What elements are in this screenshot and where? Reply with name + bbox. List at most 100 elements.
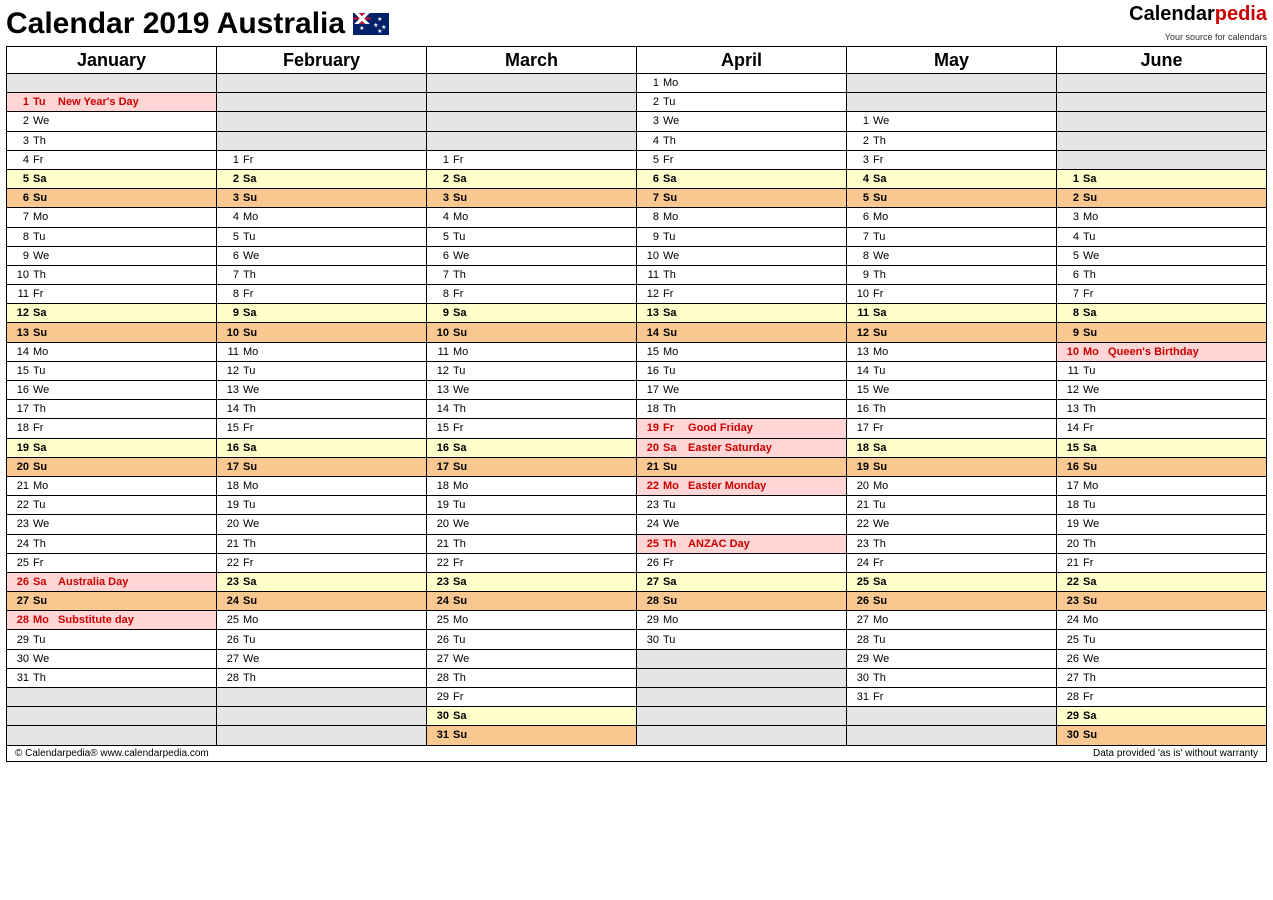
- day-cell: 18Mo: [217, 476, 427, 495]
- day-cell: 21Tu: [847, 496, 1057, 515]
- day-cell: 25Fr: [7, 553, 217, 572]
- day-cell: 24Mo: [1057, 611, 1267, 630]
- day-cell: 29Fr: [427, 688, 637, 707]
- day-cell: 16Tu: [637, 361, 847, 380]
- day-cell: 3Su: [427, 189, 637, 208]
- day-cell: 13We: [427, 381, 637, 400]
- day-cell: 6We: [217, 246, 427, 265]
- day-cell: 1We: [847, 112, 1057, 131]
- day-cell: 27Sa: [637, 572, 847, 591]
- day-cell: 22Mo Easter Monday: [637, 476, 847, 495]
- day-cell: 21Su: [637, 457, 847, 476]
- day-cell: [217, 131, 427, 150]
- day-cell: 5Sa: [7, 169, 217, 188]
- day-cell: 1Tu New Year's Day: [7, 93, 217, 112]
- day-cell: 25Sa: [847, 572, 1057, 591]
- day-cell: 15Mo: [637, 342, 847, 361]
- day-cell: 5Tu: [427, 227, 637, 246]
- day-cell: 21Fr: [1057, 553, 1267, 572]
- day-cell: 14Tu: [847, 361, 1057, 380]
- day-cell: 8Tu: [7, 227, 217, 246]
- day-cell: 28Tu: [847, 630, 1057, 649]
- day-cell: [427, 112, 637, 131]
- day-cell: 12Sa: [7, 304, 217, 323]
- day-cell: 2Su: [1057, 189, 1267, 208]
- day-cell: 13Mo: [847, 342, 1057, 361]
- day-cell: [7, 688, 217, 707]
- day-cell: 23Tu: [637, 496, 847, 515]
- day-cell: 14Su: [637, 323, 847, 342]
- day-cell: 22We: [847, 515, 1057, 534]
- day-cell: 29We: [847, 649, 1057, 668]
- day-cell: 10Mo Queen's Birthday: [1057, 342, 1267, 361]
- day-cell: 11Th: [637, 265, 847, 284]
- day-cell: 16We: [7, 381, 217, 400]
- day-cell: 26We: [1057, 649, 1267, 668]
- day-cell: 15Fr: [427, 419, 637, 438]
- day-cell: 29Mo: [637, 611, 847, 630]
- day-cell: [1057, 150, 1267, 169]
- day-cell: [1057, 131, 1267, 150]
- day-cell: 27We: [427, 649, 637, 668]
- day-cell: 6Th: [1057, 265, 1267, 284]
- day-cell: 26Sa Australia Day: [7, 572, 217, 591]
- month-header: February: [217, 47, 427, 74]
- day-cell: 2Th: [847, 131, 1057, 150]
- day-cell: 31Th: [7, 668, 217, 687]
- month-header: April: [637, 47, 847, 74]
- day-cell: 22Fr: [427, 553, 637, 572]
- day-cell: 14Mo: [7, 342, 217, 361]
- day-cell: 5Tu: [217, 227, 427, 246]
- day-cell: 9Tu: [637, 227, 847, 246]
- day-cell: 15Fr: [217, 419, 427, 438]
- day-cell: 30Sa: [427, 707, 637, 726]
- day-cell: 7Fr: [1057, 285, 1267, 304]
- day-cell: 26Su: [847, 592, 1057, 611]
- day-cell: 6Su: [7, 189, 217, 208]
- day-cell: 28Fr: [1057, 688, 1267, 707]
- day-cell: 28Mo Substitute day: [7, 611, 217, 630]
- day-cell: 19Tu: [427, 496, 637, 515]
- day-cell: [1057, 74, 1267, 93]
- day-cell: 9Th: [847, 265, 1057, 284]
- day-cell: 2We: [7, 112, 217, 131]
- day-cell: 28Th: [427, 668, 637, 687]
- day-cell: 27Su: [7, 592, 217, 611]
- day-cell: 9We: [7, 246, 217, 265]
- australia-flag-icon: ★ ★ ★ ★ ★: [353, 13, 389, 35]
- day-cell: 3Th: [7, 131, 217, 150]
- day-cell: 19We: [1057, 515, 1267, 534]
- day-cell: 15Tu: [7, 361, 217, 380]
- day-cell: 12Fr: [637, 285, 847, 304]
- day-cell: 8Fr: [217, 285, 427, 304]
- day-cell: [847, 93, 1057, 112]
- day-cell: 14Th: [427, 400, 637, 419]
- day-cell: 28Su: [637, 592, 847, 611]
- day-cell: 2Tu: [637, 93, 847, 112]
- day-cell: 19Fr Good Friday: [637, 419, 847, 438]
- day-cell: 22Tu: [7, 496, 217, 515]
- day-cell: 3Fr: [847, 150, 1057, 169]
- day-cell: 10Fr: [847, 285, 1057, 304]
- day-cell: [1057, 93, 1267, 112]
- day-cell: [217, 93, 427, 112]
- day-cell: 7Th: [217, 265, 427, 284]
- day-cell: 13Su: [7, 323, 217, 342]
- day-cell: 6Sa: [637, 169, 847, 188]
- day-cell: 18Th: [637, 400, 847, 419]
- day-cell: 24Th: [7, 534, 217, 553]
- day-cell: 12We: [1057, 381, 1267, 400]
- day-cell: 10Th: [7, 265, 217, 284]
- page-title: Calendar 2019 Australia: [6, 7, 345, 41]
- day-cell: 20We: [217, 515, 427, 534]
- day-cell: 11Mo: [427, 342, 637, 361]
- day-cell: 24Su: [427, 592, 637, 611]
- day-cell: 23Su: [1057, 592, 1267, 611]
- day-cell: 16Su: [1057, 457, 1267, 476]
- day-cell: [217, 726, 427, 745]
- day-cell: 8We: [847, 246, 1057, 265]
- day-cell: [7, 74, 217, 93]
- day-cell: 6We: [427, 246, 637, 265]
- day-cell: 5Su: [847, 189, 1057, 208]
- day-cell: 20Mo: [847, 476, 1057, 495]
